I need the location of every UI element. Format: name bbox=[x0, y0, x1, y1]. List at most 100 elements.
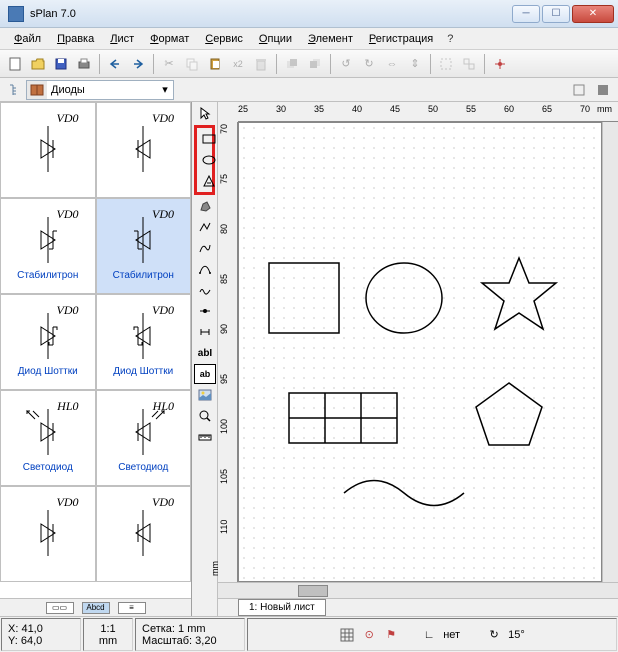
freehand-tool[interactable] bbox=[194, 280, 216, 300]
rotate-left-button[interactable]: ↺ bbox=[335, 53, 357, 75]
shape-table[interactable] bbox=[289, 393, 397, 443]
library-tree-button[interactable] bbox=[4, 79, 26, 101]
ruler-tick: 110 bbox=[219, 520, 229, 534]
library-item[interactable]: VD0 Стабилитрон bbox=[0, 198, 96, 294]
redo-button[interactable] bbox=[127, 53, 149, 75]
ungroup-button[interactable] bbox=[458, 53, 480, 75]
status-zoom-ratio: 1:1 bbox=[90, 623, 126, 635]
lib-view-1[interactable]: ▭▭ bbox=[46, 602, 74, 614]
open-button[interactable] bbox=[27, 53, 49, 75]
vertical-scrollbar[interactable] bbox=[602, 122, 618, 582]
status-coord-x: X: 41,0 bbox=[8, 623, 74, 635]
print-button[interactable] bbox=[73, 53, 95, 75]
menu-help[interactable]: ? bbox=[441, 30, 459, 48]
menu-элемент[interactable]: Элемент bbox=[300, 30, 361, 48]
library-item[interactable]: HL0 Светодиод bbox=[0, 390, 96, 486]
lib-extra-2[interactable] bbox=[592, 79, 614, 101]
polygon-tool[interactable] bbox=[194, 196, 216, 216]
image-tool[interactable] bbox=[194, 385, 216, 405]
flag-icon[interactable]: ⚑ bbox=[383, 627, 399, 643]
library-item[interactable]: VD0 bbox=[96, 486, 192, 582]
menu-формат[interactable]: Формат bbox=[142, 30, 197, 48]
cut-button[interactable]: ✂ bbox=[158, 53, 180, 75]
snap-toggle-button[interactable] bbox=[489, 53, 511, 75]
shape-square[interactable] bbox=[269, 263, 339, 333]
component-ref: VD0 bbox=[152, 111, 174, 126]
bring-front-button[interactable] bbox=[281, 53, 303, 75]
zoom-tool[interactable] bbox=[194, 406, 216, 426]
library-item[interactable]: VD0 Диод Шоттки bbox=[96, 294, 192, 390]
flip-h-button[interactable]: ⇔ bbox=[381, 53, 403, 75]
measure-tool[interactable] bbox=[194, 427, 216, 447]
ruler-tick: 45 bbox=[390, 104, 400, 114]
shape-star[interactable] bbox=[482, 258, 556, 329]
window-title: sPlan 7.0 bbox=[30, 8, 512, 20]
library-item[interactable]: HL0 Светодиод bbox=[96, 390, 192, 486]
menu-правка[interactable]: Правка bbox=[49, 30, 102, 48]
save-button[interactable] bbox=[50, 53, 72, 75]
sheet-tab-1[interactable]: 1: Новый лист bbox=[238, 599, 326, 616]
menu-лист[interactable]: Лист bbox=[102, 30, 142, 48]
vertical-ruler: mm 707580859095100105110 bbox=[218, 122, 238, 582]
paste-button[interactable] bbox=[204, 53, 226, 75]
magnet-icon[interactable]: ⊙ bbox=[361, 627, 377, 643]
shape-wave[interactable] bbox=[344, 481, 464, 506]
shape-pentagon[interactable] bbox=[476, 383, 542, 445]
duplicate-button[interactable]: x2 bbox=[227, 53, 249, 75]
ruler-tick: 70 bbox=[580, 104, 590, 114]
delete-button[interactable] bbox=[250, 53, 272, 75]
library-selector[interactable]: Диоды ▾ bbox=[26, 80, 174, 100]
rotate-icon[interactable]: ↻ bbox=[486, 627, 502, 643]
bezier-tool[interactable] bbox=[194, 259, 216, 279]
library-item[interactable]: VD0 bbox=[0, 486, 96, 582]
copy-button[interactable] bbox=[181, 53, 203, 75]
menu-опции[interactable]: Опции bbox=[251, 30, 300, 48]
flip-v-button[interactable]: ⇕ bbox=[404, 53, 426, 75]
component-ref: VD0 bbox=[152, 207, 174, 222]
node-tool[interactable] bbox=[194, 301, 216, 321]
pointer-tool[interactable] bbox=[194, 104, 216, 124]
app-icon bbox=[8, 6, 24, 22]
menu-файл[interactable]: Файл bbox=[6, 30, 49, 48]
group-button[interactable] bbox=[435, 53, 457, 75]
dimension-tool[interactable] bbox=[194, 322, 216, 342]
lib-view-2[interactable]: Abcd bbox=[82, 602, 110, 614]
new-button[interactable] bbox=[4, 53, 26, 75]
ruler-unit-h: mm bbox=[597, 104, 612, 114]
component-ref: HL0 bbox=[153, 399, 174, 414]
grid-icon[interactable] bbox=[339, 627, 355, 643]
dropdown-arrow-icon[interactable]: ▾ bbox=[157, 83, 173, 96]
library-item[interactable]: VD0 Диод Шоттки bbox=[0, 294, 96, 390]
library-item[interactable]: VD0 bbox=[96, 102, 192, 198]
lib-extra-1[interactable] bbox=[568, 79, 590, 101]
send-back-button[interactable] bbox=[304, 53, 326, 75]
special-shape-tool[interactable] bbox=[198, 171, 220, 191]
drawing-canvas[interactable] bbox=[238, 122, 602, 582]
titlebar: sPlan 7.0 ─ ☐ ✕ bbox=[0, 0, 618, 28]
status-coord-y: Y: 64,0 bbox=[8, 635, 74, 647]
close-button[interactable]: ✕ bbox=[572, 5, 614, 23]
angle-snap-icon[interactable]: ∟ bbox=[421, 627, 437, 643]
ellipse-tool[interactable] bbox=[198, 150, 220, 170]
menu-сервис[interactable]: Сервис bbox=[197, 30, 251, 48]
line-tool[interactable] bbox=[194, 217, 216, 237]
library-item[interactable]: VD0 Стабилитрон bbox=[96, 198, 192, 294]
curve-tool[interactable] bbox=[194, 238, 216, 258]
textbox-tool[interactable]: ab bbox=[194, 364, 216, 384]
ruler-tick: 105 bbox=[219, 469, 229, 484]
ruler-tick: 90 bbox=[219, 324, 229, 334]
horizontal-ruler: mm25303540455055606570 bbox=[218, 102, 618, 122]
status-bar: X: 41,0 Y: 64,0 1:1 mm Сетка: 1 mm Масшт… bbox=[0, 616, 618, 652]
text-tool[interactable]: abI bbox=[194, 343, 216, 363]
rectangle-tool[interactable] bbox=[198, 129, 220, 149]
lib-view-3[interactable]: ≡ bbox=[118, 602, 146, 614]
minimize-button[interactable]: ─ bbox=[512, 5, 540, 23]
rotate-right-button[interactable]: ↻ bbox=[358, 53, 380, 75]
menu-регистрация[interactable]: Регистрация bbox=[361, 30, 441, 48]
maximize-button[interactable]: ☐ bbox=[542, 5, 570, 23]
library-item[interactable]: VD0 bbox=[0, 102, 96, 198]
ruler-tick: 80 bbox=[219, 224, 229, 234]
horizontal-scrollbar[interactable] bbox=[218, 582, 618, 598]
undo-button[interactable] bbox=[104, 53, 126, 75]
shape-circle[interactable] bbox=[366, 263, 442, 333]
